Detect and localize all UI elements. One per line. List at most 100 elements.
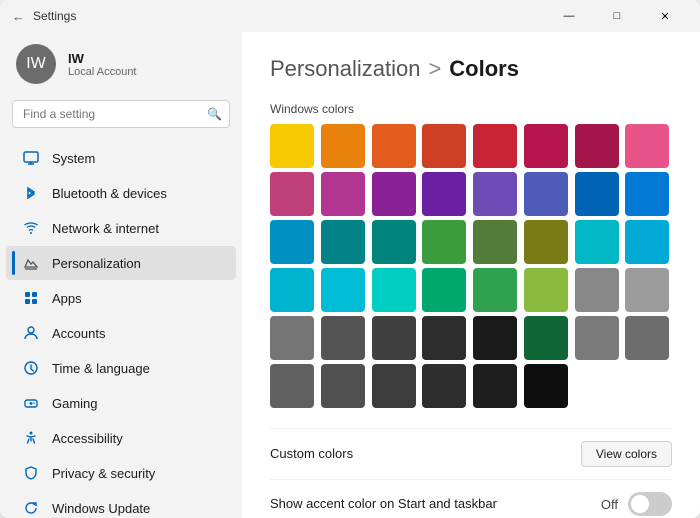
apps-icon (22, 289, 40, 307)
color-swatch[interactable] (473, 316, 517, 360)
color-swatch[interactable] (625, 316, 669, 360)
color-swatch[interactable] (372, 172, 416, 216)
color-swatch[interactable] (422, 124, 466, 168)
close-button[interactable]: ✕ (642, 0, 688, 32)
sidebar-item-system[interactable]: System (6, 141, 236, 175)
sidebar-item-accessibility[interactable]: Accessibility (6, 421, 236, 455)
color-swatch[interactable] (524, 364, 568, 408)
sidebar-item-update[interactable]: Windows Update (6, 491, 236, 518)
sidebar-item-network-label: Network & internet (52, 221, 159, 236)
accent-taskbar-toggle[interactable] (628, 492, 672, 516)
titlebar-controls: — □ ✕ (546, 0, 688, 32)
color-swatch[interactable] (473, 172, 517, 216)
color-swatch[interactable] (372, 364, 416, 408)
color-swatch[interactable] (422, 220, 466, 264)
titlebar: ← Settings — □ ✕ (0, 0, 700, 32)
accounts-icon (22, 324, 40, 342)
color-swatch[interactable] (524, 220, 568, 264)
color-swatch[interactable] (625, 124, 669, 168)
color-swatch[interactable] (575, 220, 619, 264)
sidebar-item-bluetooth-label: Bluetooth & devices (52, 186, 167, 201)
sidebar-item-network[interactable]: Network & internet (6, 211, 236, 245)
back-icon[interactable]: ← (12, 9, 25, 24)
color-swatch[interactable] (422, 172, 466, 216)
color-swatch[interactable] (270, 268, 314, 312)
setting-accent-taskbar-label: Show accent color on Start and taskbar (270, 495, 497, 513)
network-icon (22, 219, 40, 237)
color-swatch[interactable] (372, 220, 416, 264)
color-swatch[interactable] (524, 268, 568, 312)
color-swatch[interactable] (575, 316, 619, 360)
color-swatch[interactable] (473, 220, 517, 264)
sidebar-item-time-label: Time & language (52, 361, 150, 376)
color-swatch[interactable] (473, 124, 517, 168)
user-account-type: Local Account (68, 66, 137, 78)
color-swatch[interactable] (372, 124, 416, 168)
user-info: IW Local Account (68, 51, 137, 78)
settings-window: ← Settings — □ ✕ IW IW Local Account 🔍 (0, 0, 700, 518)
sidebar-item-time[interactable]: Time & language (6, 351, 236, 385)
search-icon: 🔍 (207, 107, 222, 121)
color-swatch[interactable] (321, 268, 365, 312)
sidebar-item-update-label: Windows Update (52, 501, 150, 516)
sidebar-item-accounts[interactable]: Accounts (6, 316, 236, 350)
color-swatch[interactable] (270, 364, 314, 408)
color-swatch[interactable] (473, 268, 517, 312)
color-swatch[interactable] (524, 124, 568, 168)
sidebar-item-system-label: System (52, 151, 95, 166)
sidebar: IW IW Local Account 🔍 System (0, 32, 242, 518)
color-swatch[interactable] (625, 268, 669, 312)
nav-list: System Bluetooth & devices Network & int… (0, 138, 242, 518)
search-box: 🔍 (12, 100, 230, 128)
accent-taskbar-toggle-knob (631, 495, 649, 513)
color-swatch[interactable] (270, 220, 314, 264)
color-swatch[interactable] (524, 316, 568, 360)
breadcrumb-current: Colors (449, 56, 519, 82)
minimize-button[interactable]: — (546, 0, 592, 32)
sidebar-item-apps[interactable]: Apps (6, 281, 236, 315)
color-swatch[interactable] (372, 316, 416, 360)
custom-colors-row: Custom colors View colors (270, 428, 672, 479)
main-content: Personalization > Colors Windows colors … (242, 32, 700, 518)
avatar: IW (16, 44, 56, 84)
color-swatch[interactable] (321, 172, 365, 216)
color-swatch[interactable] (625, 172, 669, 216)
color-swatch[interactable] (321, 220, 365, 264)
view-colors-button[interactable]: View colors (581, 441, 672, 467)
breadcrumb-section[interactable]: Personalization (270, 56, 420, 82)
window-content: IW IW Local Account 🔍 System (0, 32, 700, 518)
sidebar-item-gaming-label: Gaming (52, 396, 98, 411)
color-swatch[interactable] (575, 124, 619, 168)
color-swatch[interactable] (625, 220, 669, 264)
accessibility-icon (22, 429, 40, 447)
color-swatch[interactable] (321, 124, 365, 168)
color-swatch[interactable] (372, 268, 416, 312)
color-swatch[interactable] (270, 124, 314, 168)
personalization-icon (22, 254, 40, 272)
time-icon (22, 359, 40, 377)
maximize-button[interactable]: □ (594, 0, 640, 32)
titlebar-title: Settings (33, 9, 76, 23)
search-input[interactable] (12, 100, 230, 128)
color-swatch[interactable] (270, 316, 314, 360)
sidebar-item-accounts-label: Accounts (52, 326, 105, 341)
color-swatch[interactable] (422, 316, 466, 360)
color-swatch[interactable] (321, 316, 365, 360)
privacy-icon (22, 464, 40, 482)
color-swatch[interactable] (270, 172, 314, 216)
color-swatch[interactable] (422, 364, 466, 408)
color-swatch[interactable] (575, 268, 619, 312)
sidebar-item-gaming[interactable]: Gaming (6, 386, 236, 420)
color-swatch[interactable] (321, 364, 365, 408)
color-swatch[interactable] (575, 172, 619, 216)
sidebar-item-apps-label: Apps (52, 291, 82, 306)
color-swatch[interactable] (473, 364, 517, 408)
setting-accent-taskbar-right: Off (601, 492, 672, 516)
sidebar-item-privacy[interactable]: Privacy & security (6, 456, 236, 490)
color-swatch[interactable] (422, 268, 466, 312)
bluetooth-icon (22, 184, 40, 202)
sidebar-item-personalization[interactable]: Personalization (6, 246, 236, 280)
user-section[interactable]: IW IW Local Account (0, 32, 242, 94)
sidebar-item-bluetooth[interactable]: Bluetooth & devices (6, 176, 236, 210)
color-swatch[interactable] (524, 172, 568, 216)
